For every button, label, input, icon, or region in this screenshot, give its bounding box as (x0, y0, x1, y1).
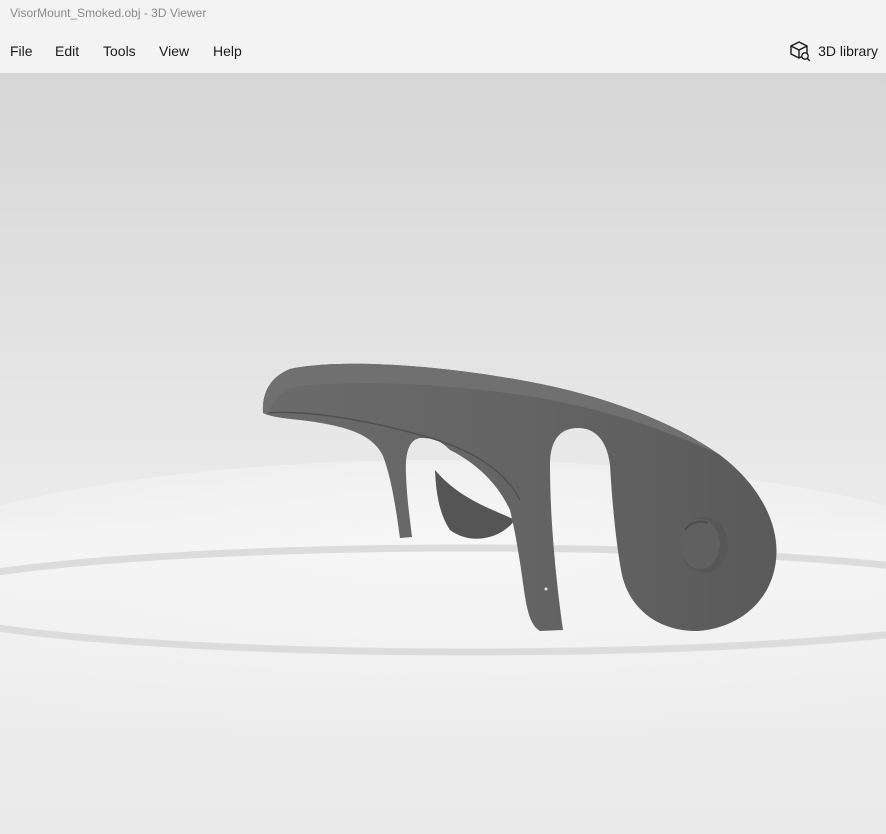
window-title: VisorMount_Smoked.obj - 3D Viewer (10, 6, 207, 20)
3d-library-button[interactable]: 3D library (789, 40, 878, 62)
menu-tools[interactable]: Tools (103, 43, 136, 59)
app-window: VisorMount_Smoked.obj - 3D Viewer File E… (0, 0, 886, 834)
menu-edit[interactable]: Edit (55, 43, 79, 59)
menu-help[interactable]: Help (213, 43, 242, 59)
3d-library-label: 3D library (818, 43, 878, 59)
menu-view[interactable]: View (159, 43, 189, 59)
menu-bar: File Edit Tools View Help 3D library (0, 26, 886, 73)
title-bar[interactable]: VisorMount_Smoked.obj - 3D Viewer (0, 0, 886, 26)
3d-cube-icon (789, 40, 811, 62)
menu-file[interactable]: File (10, 43, 33, 59)
3d-viewport[interactable] (0, 73, 886, 834)
